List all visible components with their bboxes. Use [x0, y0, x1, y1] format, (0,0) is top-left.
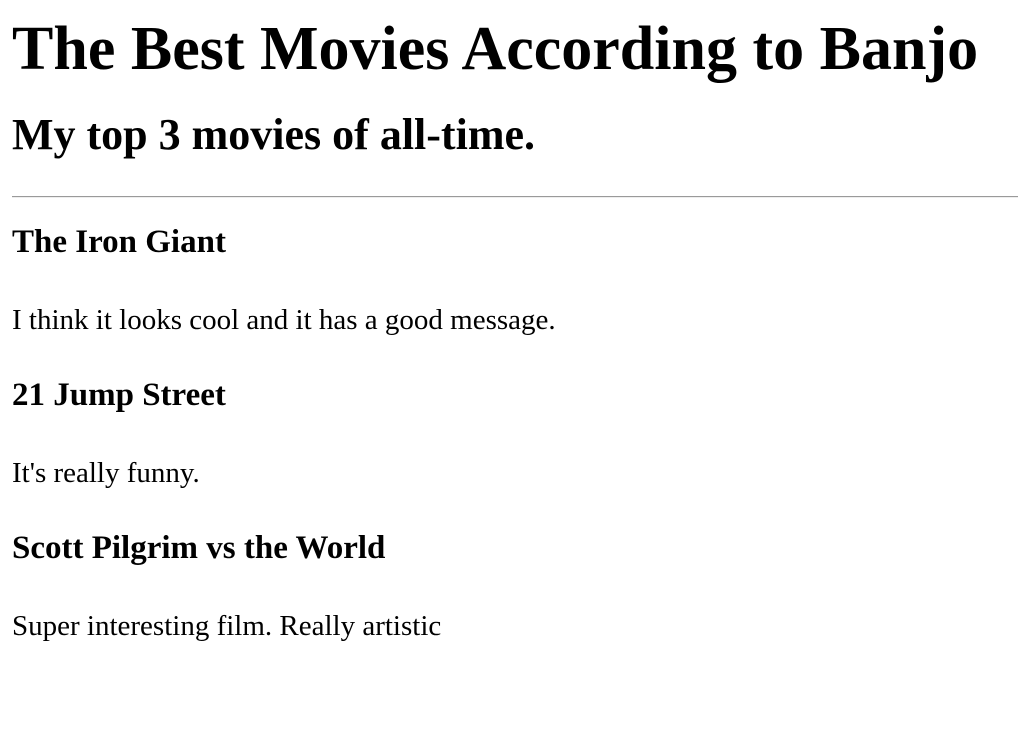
movie-title: Scott Pilgrim vs the World — [12, 530, 386, 566]
movie-list: The Iron Giant I think it looks cool and… — [12, 222, 1024, 646]
horizontal-divider — [12, 196, 1018, 198]
page-title: The Best Movies According to Banjo — [12, 15, 979, 83]
page: The Best Movies According to Banjo My to… — [0, 0, 1036, 742]
movie-title: 21 Jump Street — [12, 377, 226, 413]
movie-description: Super interesting film. Really artistic — [12, 610, 442, 642]
movie-title: The Iron Giant — [12, 224, 226, 260]
movie-item: 21 Jump Street It's really funny. — [12, 375, 1024, 493]
movie-item: The Iron Giant I think it looks cool and… — [12, 222, 1024, 340]
movie-description: It's really funny. — [12, 457, 200, 489]
movie-item: Scott Pilgrim vs the World Super interes… — [12, 528, 1024, 646]
movie-description: I think it looks cool and it has a good … — [12, 304, 556, 336]
page-subtitle: My top 3 movies of all-time. — [12, 110, 535, 159]
